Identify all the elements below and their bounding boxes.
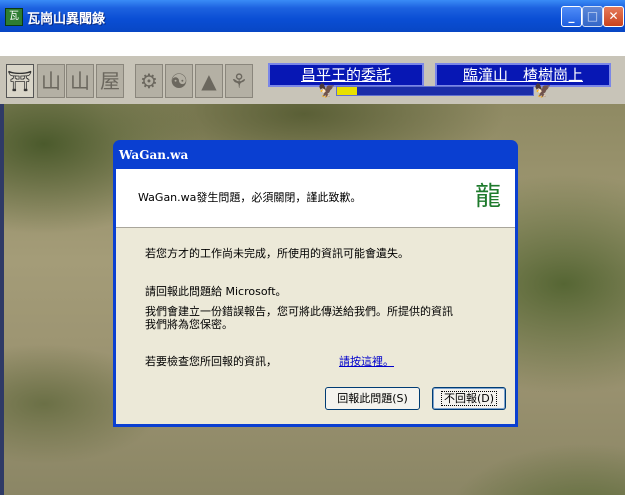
report-line-2: 我們會建立一份錯誤報告，您可將此傳送給我們。所提供的資訊 — [145, 305, 453, 318]
main-title-bar[interactable]: 瓦 瓦崗山異聞錄 _ □ ✕ — [0, 0, 625, 32]
location-banner: 臨潼山 楂樹崗上 — [435, 63, 611, 87]
maximize-button[interactable]: □ — [582, 6, 603, 27]
progress-fill — [337, 87, 357, 95]
dialog-header: WaGan.wa發生問題，必須關閉，謹此致歉。 龍 — [116, 169, 515, 228]
minimize-button[interactable]: _ — [561, 6, 582, 27]
window-title: 瓦崗山異聞錄 — [27, 12, 106, 27]
dragon-icon: 龍 — [474, 182, 501, 212]
error-dialog: WaGan.wa WaGan.wa發生問題，必須關閉，謹此致歉。 龍 若您方才的… — [113, 140, 518, 427]
right-eagle-icon: 🦅 — [534, 83, 552, 99]
progress-bar — [336, 86, 534, 96]
hud-tool-triangle-icon[interactable]: ▲ — [195, 64, 223, 98]
hud-tool-house-icon[interactable]: 屋 — [96, 64, 124, 98]
menu-bar — [0, 32, 625, 56]
error-message: WaGan.wa發生問題，必須關閉，謹此致歉。 — [138, 191, 362, 204]
hud-tool-castle-icon[interactable]: ⛩ — [6, 64, 34, 98]
app-icon: 瓦 — [5, 8, 23, 26]
dont-send-label: 不回報(D) — [440, 391, 498, 406]
hud-tool-flower-icon[interactable]: ⚘ — [225, 64, 253, 98]
view-details-link[interactable]: 請按這裡。 — [339, 353, 394, 369]
hud-tool-gear-icon[interactable]: ⚙ — [135, 64, 163, 98]
report-line-3: 我們將為您保密。 — [145, 318, 233, 331]
unsaved-warning: 若您方才的工作尚未完成，所使用的資訊可能會遺失。 — [145, 247, 409, 260]
report-line-1: 請回報此問題給 Microsoft。 — [145, 285, 287, 298]
left-eagle-icon: 🦅 — [318, 83, 336, 99]
dialog-title: WaGan.wa — [119, 148, 189, 162]
close-button[interactable]: ✕ — [603, 6, 624, 27]
hud-tool-yinyang-icon[interactable]: ☯ — [165, 64, 193, 98]
view-prompt: 若要檢查您所回報的資訊， — [145, 355, 277, 368]
send-report-button[interactable]: 回報此問題(S) — [325, 387, 420, 410]
hud-tool-mountain-icon[interactable]: 山 — [37, 64, 65, 98]
dialog-body: WaGan.wa發生問題，必須關閉，謹此致歉。 龍 若您方才的工作尚未完成，所使… — [116, 169, 515, 424]
dont-send-button[interactable]: 不回報(D) — [432, 387, 506, 410]
game-hud: ⛩ 山 山 屋 ⚙ ☯ ▲ ⚘ 昌平王的委託 臨潼山 楂樹崗上 🦅 🦅 — [0, 56, 625, 104]
quest-banner: 昌平王的委託 — [268, 63, 424, 87]
hud-tool-mountain2-icon[interactable]: 山 — [66, 64, 94, 98]
